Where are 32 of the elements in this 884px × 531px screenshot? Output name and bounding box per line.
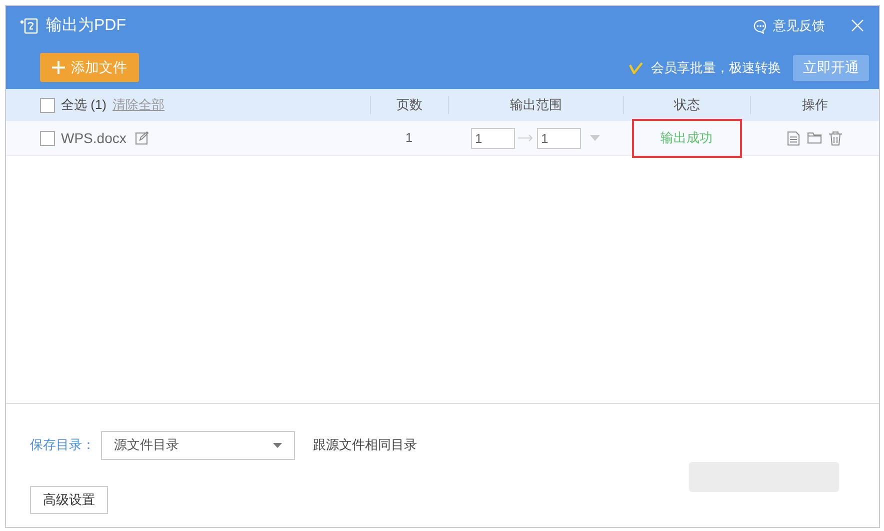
save-directory-select[interactable]: 源文件目录: [101, 430, 295, 460]
close-button[interactable]: [851, 19, 865, 33]
document-icon[interactable]: [787, 130, 800, 146]
advanced-settings-button[interactable]: 高级设置: [30, 486, 108, 514]
chat-icon: [753, 18, 768, 34]
document-icon: [20, 17, 40, 35]
save-hint: 跟源文件相同目录: [313, 436, 417, 454]
folder-icon[interactable]: [807, 130, 822, 144]
close-icon: [851, 19, 864, 32]
feedback-button[interactable]: 意见反馈: [753, 16, 825, 36]
page-count: 1: [405, 129, 413, 148]
file-row[interactable]: WPS.docx 1 1 1 输出成功: [6, 121, 879, 156]
trash-icon[interactable]: [829, 130, 842, 146]
file-name: WPS.docx: [61, 128, 126, 148]
plus-icon: [52, 61, 65, 74]
checkbox[interactable]: [40, 98, 55, 112]
select-all-label: 全选 (1): [61, 96, 106, 114]
status-text: 输出成功: [632, 118, 742, 158]
column-header: 输出范围: [510, 96, 562, 114]
column-header: 页数: [396, 96, 422, 114]
column-header: 操作: [802, 96, 828, 114]
range-to-field[interactable]: 1: [537, 128, 581, 148]
promo-text: 会员享批量，极速转换: [651, 58, 781, 77]
checkbox[interactable]: [40, 130, 55, 146]
column-header: 状态: [674, 96, 700, 114]
arrow-icon: [518, 134, 534, 142]
save-directory-label: 保存目录：: [30, 436, 95, 454]
v-badge-icon: [629, 62, 643, 74]
edit-icon[interactable]: [135, 131, 150, 145]
window-title: 输出为PDF: [46, 16, 126, 36]
dropdown-caret-icon: [273, 442, 282, 448]
range-from-field[interactable]: 1: [471, 128, 515, 148]
